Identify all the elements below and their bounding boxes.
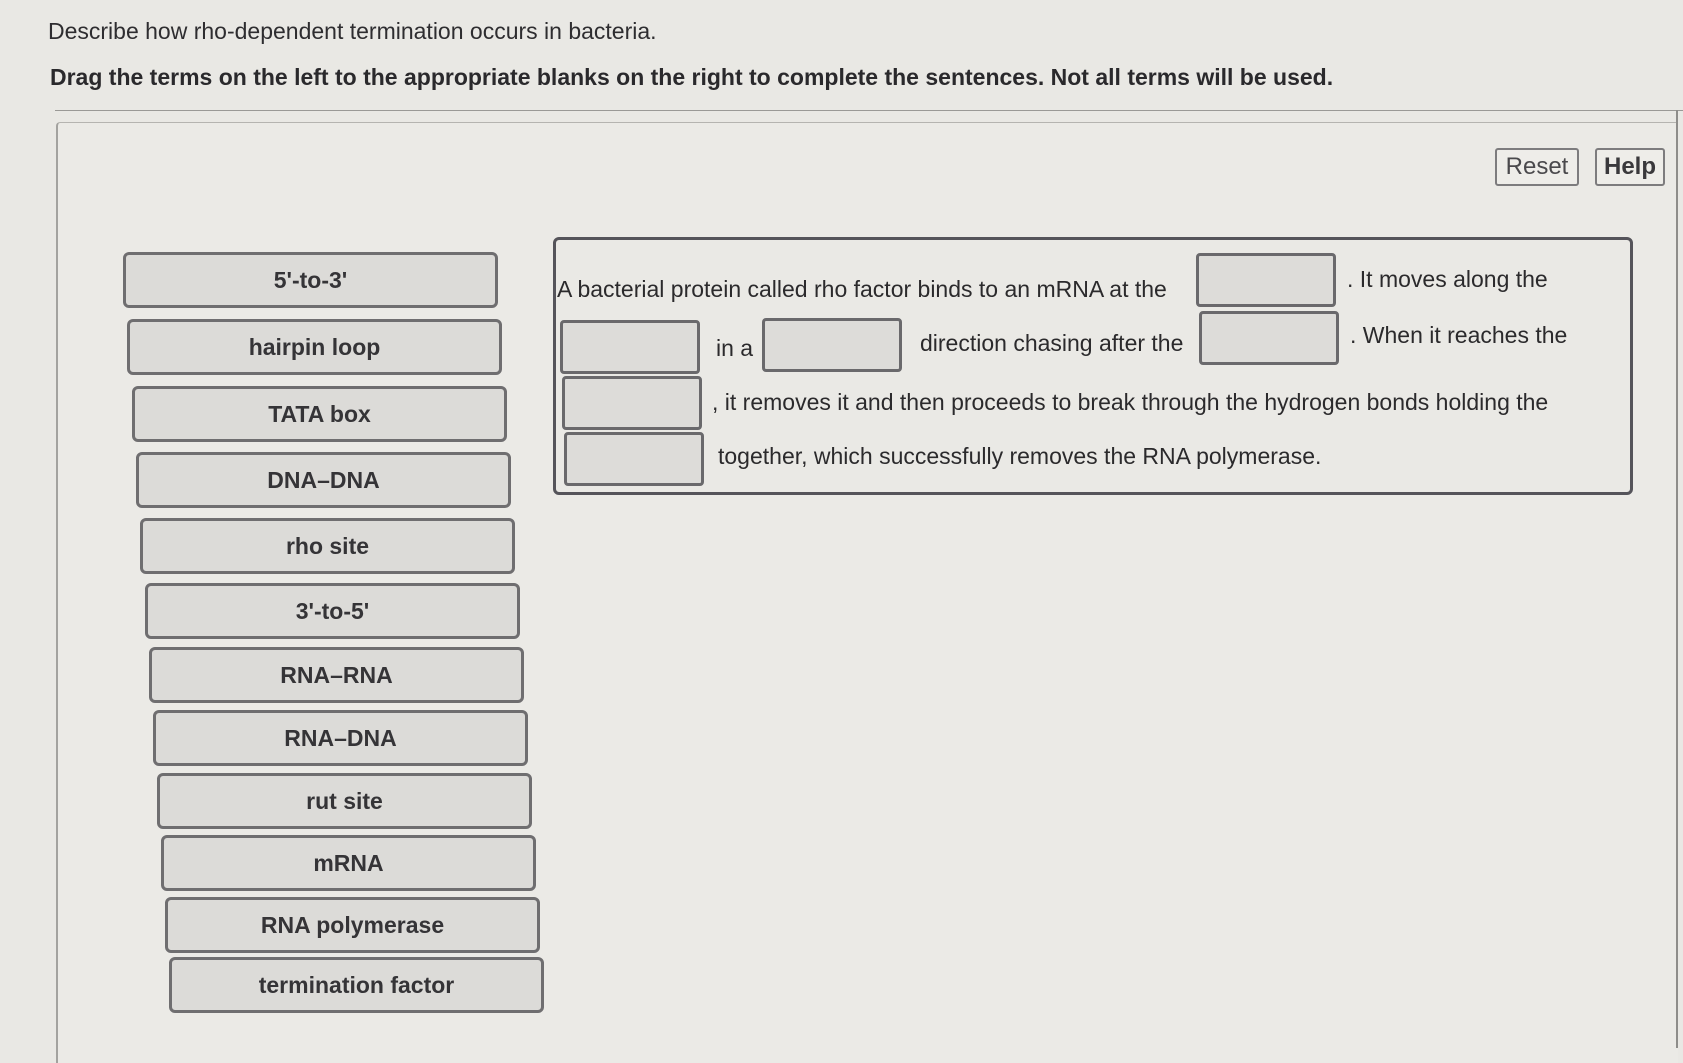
sentence-segment-1: A bacterial protein called rho factor bi… [557,276,1167,302]
panel-right-edge [1676,110,1678,1048]
sentence-segment-2: . It moves along the [1347,266,1548,292]
blank-6[interactable] [564,432,704,486]
divider [55,110,1683,111]
sentence-segment-5: . When it reaches the [1350,322,1568,348]
blank-4[interactable] [1199,311,1339,365]
term-5-to-3[interactable]: 5'-to-3' [123,252,498,308]
term-termination-factor[interactable]: termination factor [169,957,544,1013]
term-tata-box[interactable]: TATA box [132,386,507,442]
term-rut-site[interactable]: rut site [157,773,532,829]
blank-5[interactable] [562,376,702,430]
blank-1[interactable] [1196,253,1336,307]
term-mrna[interactable]: mRNA [161,835,536,891]
term-rho-site[interactable]: rho site [140,518,515,574]
sentence-segment-4: direction chasing after the [920,330,1184,356]
term-rna-dna[interactable]: RNA–DNA [153,710,528,766]
blank-2[interactable] [560,320,700,374]
help-button[interactable]: Help [1595,148,1665,186]
term-hairpin-loop[interactable]: hairpin loop [127,319,502,375]
question-text: Describe how rho-dependent termination o… [48,18,657,44]
sentence-segment-6: , it removes it and then proceeds to bre… [712,389,1549,415]
reset-button[interactable]: Reset [1495,148,1579,186]
term-3-to-5[interactable]: 3'-to-5' [145,583,520,639]
term-rna-polymerase[interactable]: RNA polymerase [165,897,540,953]
blank-3[interactable] [762,318,902,372]
term-rna-rna[interactable]: RNA–RNA [149,647,524,703]
sentence-segment-3: in a [716,335,754,361]
sentence-segment-7: together, which successfully removes the… [718,443,1322,469]
term-dna-dna[interactable]: DNA–DNA [136,452,511,508]
instructions-text: Drag the terms on the left to the approp… [50,64,1334,90]
